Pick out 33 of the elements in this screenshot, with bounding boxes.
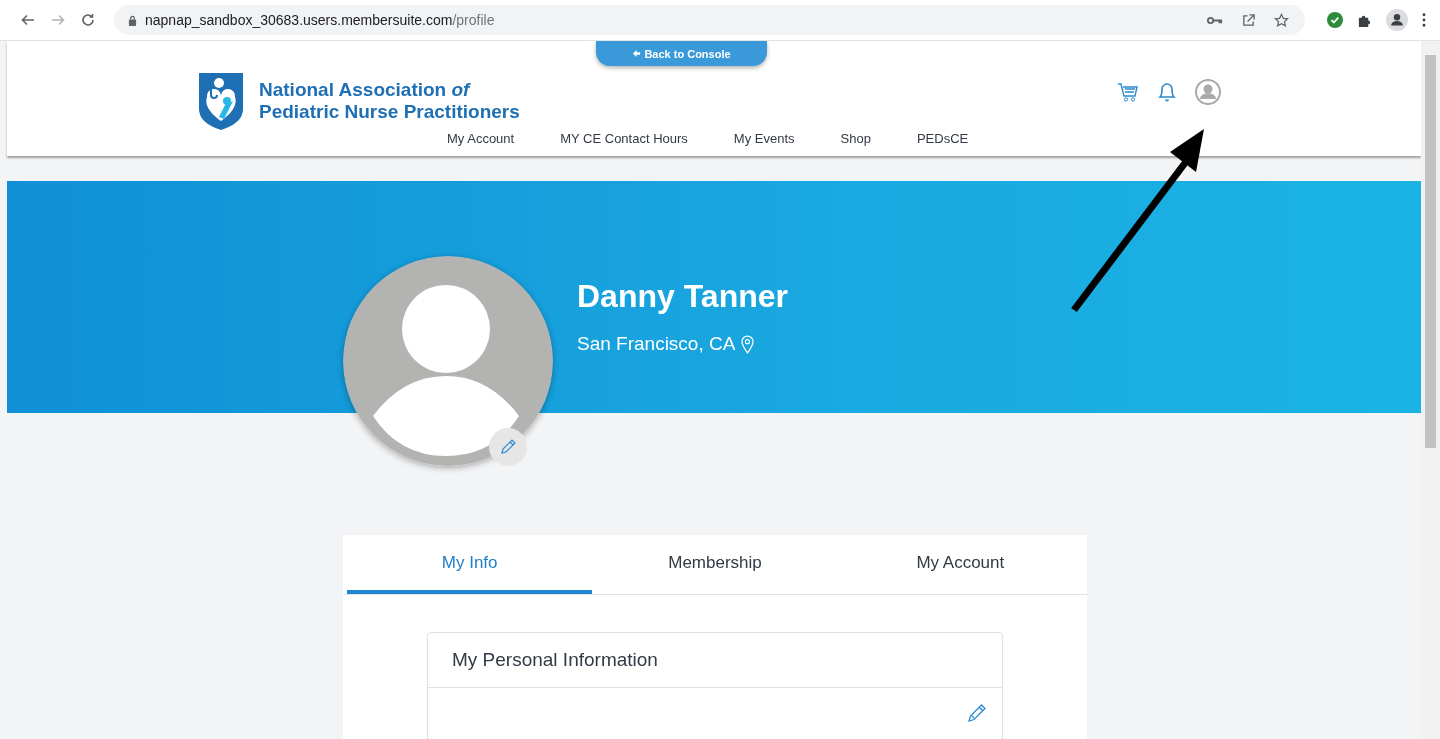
reload-icon[interactable] — [80, 12, 96, 28]
tab[interactable]: My Account — [837, 535, 1083, 594]
profile-icon[interactable] — [1386, 9, 1408, 31]
nav-link[interactable]: MY CE Contact Hours — [560, 131, 688, 146]
bell-icon[interactable] — [1157, 81, 1177, 103]
avatar-icon — [343, 256, 553, 466]
profile-name: Danny Tanner — [577, 278, 788, 315]
back-icon[interactable] — [20, 12, 36, 28]
arrow-left-icon — [632, 49, 642, 58]
key-icon[interactable] — [1207, 15, 1223, 25]
nav-link[interactable]: My Account — [447, 131, 515, 146]
address-bar[interactable]: napnap_sandbox_30683.users.membersuite.com/profile — [114, 5, 1305, 35]
nav-link[interactable]: My Events — [733, 131, 795, 146]
edit-icon[interactable] — [966, 702, 988, 724]
edit-photo-button[interactable] — [489, 428, 527, 466]
menu-icon[interactable] — [1422, 13, 1426, 27]
pencil-icon — [498, 437, 518, 457]
cart-icon[interactable] — [1117, 81, 1139, 103]
tab[interactable]: Membership — [592, 535, 838, 594]
section-title: My Personal Information — [452, 649, 658, 671]
tab[interactable]: My Info — [347, 535, 593, 594]
scrollbar[interactable] — [1421, 41, 1440, 739]
location-pin-icon — [741, 334, 755, 354]
check-icon[interactable] — [1327, 12, 1343, 28]
nav-link[interactable]: Shop — [840, 131, 871, 146]
profile-location: San Francisco, CA — [577, 333, 736, 355]
share-icon[interactable] — [1241, 12, 1256, 28]
star-icon[interactable] — [1274, 12, 1289, 28]
lock-icon — [128, 14, 137, 26]
organization-name: National Association of — [259, 79, 472, 101]
nav-link[interactable]: PEDsCE — [916, 131, 969, 146]
organization-name: Pediatric Nurse Practitioners — [259, 101, 520, 123]
logo-icon — [197, 71, 245, 131]
